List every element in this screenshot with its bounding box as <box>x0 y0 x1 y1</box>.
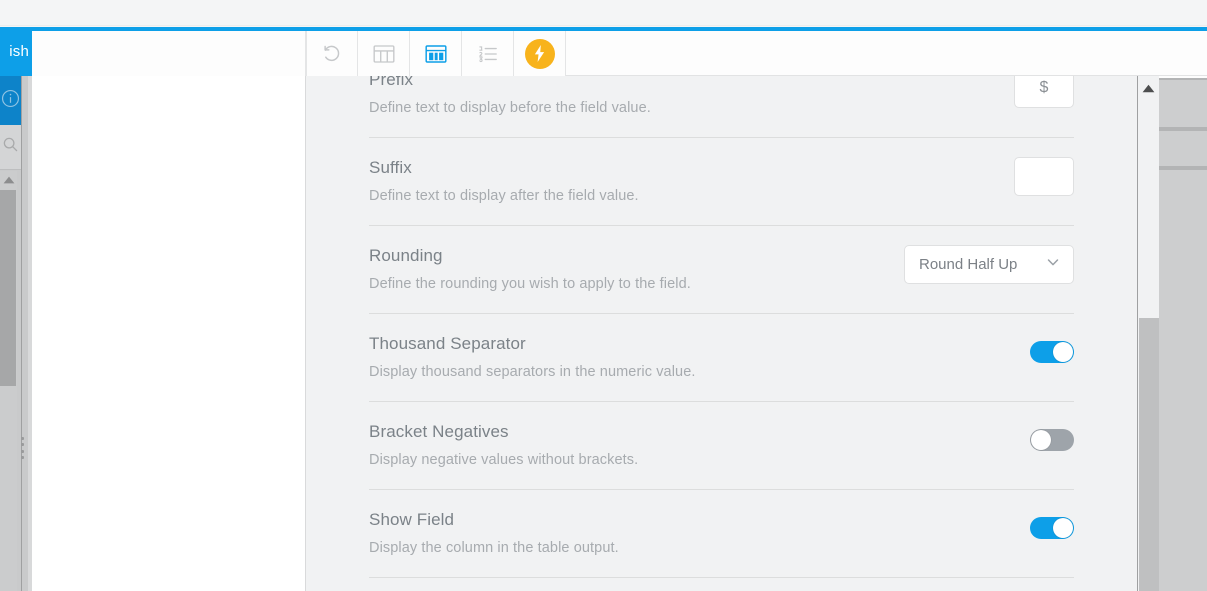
setting-title: Bracket Negatives <box>369 422 509 441</box>
bracket-negatives-toggle[interactable] <box>1030 429 1074 451</box>
settings-list: Prefix Define text to display before the … <box>306 76 1137 591</box>
setting-row-show-field: Show Field Display the column in the tabl… <box>369 490 1074 578</box>
window-top-strip <box>0 0 1207 27</box>
header-left-cell <box>32 31 306 76</box>
rail-right-edge <box>28 76 32 591</box>
toggle-knob <box>1031 430 1051 450</box>
table-button[interactable] <box>358 31 410 76</box>
right-background-pane <box>1159 76 1207 591</box>
info-panel-button[interactable] <box>0 76 21 125</box>
panel-scroll-up-button[interactable] <box>1140 80 1157 98</box>
search-panel-button[interactable] <box>0 125 21 170</box>
setting-control <box>1014 156 1074 196</box>
setting-control <box>1030 332 1074 372</box>
app-window: ish Prefix Define text to display before… <box>0 0 1207 591</box>
field-settings-panel: Prefix Define text to display before the … <box>306 76 1137 591</box>
table-grid-icon <box>373 44 395 64</box>
thousand-separator-toggle[interactable] <box>1030 341 1074 363</box>
prefix-input[interactable]: $ <box>1014 76 1074 108</box>
show-field-toggle[interactable] <box>1030 517 1074 539</box>
setting-control <box>1030 420 1074 460</box>
setting-description: Define text to display after the field v… <box>369 188 639 204</box>
undo-arrow-icon <box>321 43 343 65</box>
suffix-input[interactable] <box>1014 156 1074 196</box>
setting-row-rounding: Rounding Define the rounding you wish to … <box>369 226 1074 314</box>
setting-row-suppress-duplicates: Suppress DuplicatesHide duplicate values… <box>369 578 1074 591</box>
setting-description: Define the rounding you wish to apply to… <box>369 276 691 292</box>
lightning-bolt-icon <box>524 38 555 69</box>
setting-row-suffix: Suffix Define text to display after the f… <box>369 138 1074 226</box>
setting-row-text: Rounding Define the rounding you wish to … <box>369 244 888 295</box>
right-pane-divider <box>1159 129 1207 131</box>
right-pane-divider <box>1159 78 1207 80</box>
select-value: Round Half Up <box>919 255 1018 273</box>
toggle-knob <box>1053 342 1073 362</box>
setting-control: Round Half Up <box>904 244 1074 284</box>
triangle-up-icon <box>3 171 15 189</box>
column-layout-icon <box>424 44 447 64</box>
setting-control <box>1030 508 1074 548</box>
setting-row-text: Show Field Display the column in the tabl… <box>369 508 1014 559</box>
window-top-strip-inner <box>0 0 1207 26</box>
toggle-knob <box>1053 518 1073 538</box>
setting-title: Show Field <box>369 510 455 529</box>
info-icon <box>1 89 20 113</box>
setting-title: Thousand Separator <box>369 334 526 353</box>
search-icon <box>2 136 19 158</box>
list-button[interactable] <box>462 31 514 76</box>
undo-button[interactable] <box>306 31 358 76</box>
toolbar <box>306 31 566 76</box>
setting-control: $ <box>1014 76 1074 108</box>
setting-row-text: Bracket Negatives Display negative values… <box>369 420 1014 471</box>
setting-row-thousand-separator: Thousand Separator Display thousand separ… <box>369 314 1074 402</box>
setting-title: Rounding <box>369 246 443 265</box>
rail-divider <box>21 76 22 591</box>
rail-scroll-up-button[interactable] <box>0 171 17 188</box>
drag-grip-icon[interactable] <box>20 437 24 459</box>
triangle-up-icon <box>1142 80 1155 98</box>
rounding-select[interactable]: Round Half Up <box>904 244 1074 284</box>
setting-title: Suffix <box>369 158 412 177</box>
publish-tab-label: ish <box>9 43 29 60</box>
chevron-down-icon <box>1046 255 1060 273</box>
columns-button[interactable] <box>410 31 462 76</box>
panel-scrollbar-thumb[interactable] <box>1139 318 1159 591</box>
report-canvas[interactable] <box>32 76 306 591</box>
actions-button[interactable] <box>514 31 566 76</box>
setting-description: Display negative values without brackets… <box>369 452 639 468</box>
setting-description: Display the column in the table output. <box>369 540 619 556</box>
setting-row-text: Prefix Define text to display before the … <box>369 76 998 119</box>
ordered-list-icon <box>477 44 499 64</box>
rail-scrollbar-thumb[interactable] <box>0 190 16 386</box>
setting-row-text: Suffix Define text to display after the f… <box>369 156 998 207</box>
setting-row-prefix: Prefix Define text to display before the … <box>369 76 1074 138</box>
setting-title: Prefix <box>369 76 414 89</box>
publish-tab[interactable]: ish <box>0 27 32 76</box>
setting-description: Define text to display before the field … <box>369 100 651 116</box>
right-pane-divider <box>1159 168 1207 170</box>
setting-description: Display thousand separators in the numer… <box>369 364 696 380</box>
setting-row-bracket-negatives: Bracket Negatives Display negative values… <box>369 402 1074 490</box>
setting-row-text: Thousand Separator Display thousand separ… <box>369 332 1014 383</box>
